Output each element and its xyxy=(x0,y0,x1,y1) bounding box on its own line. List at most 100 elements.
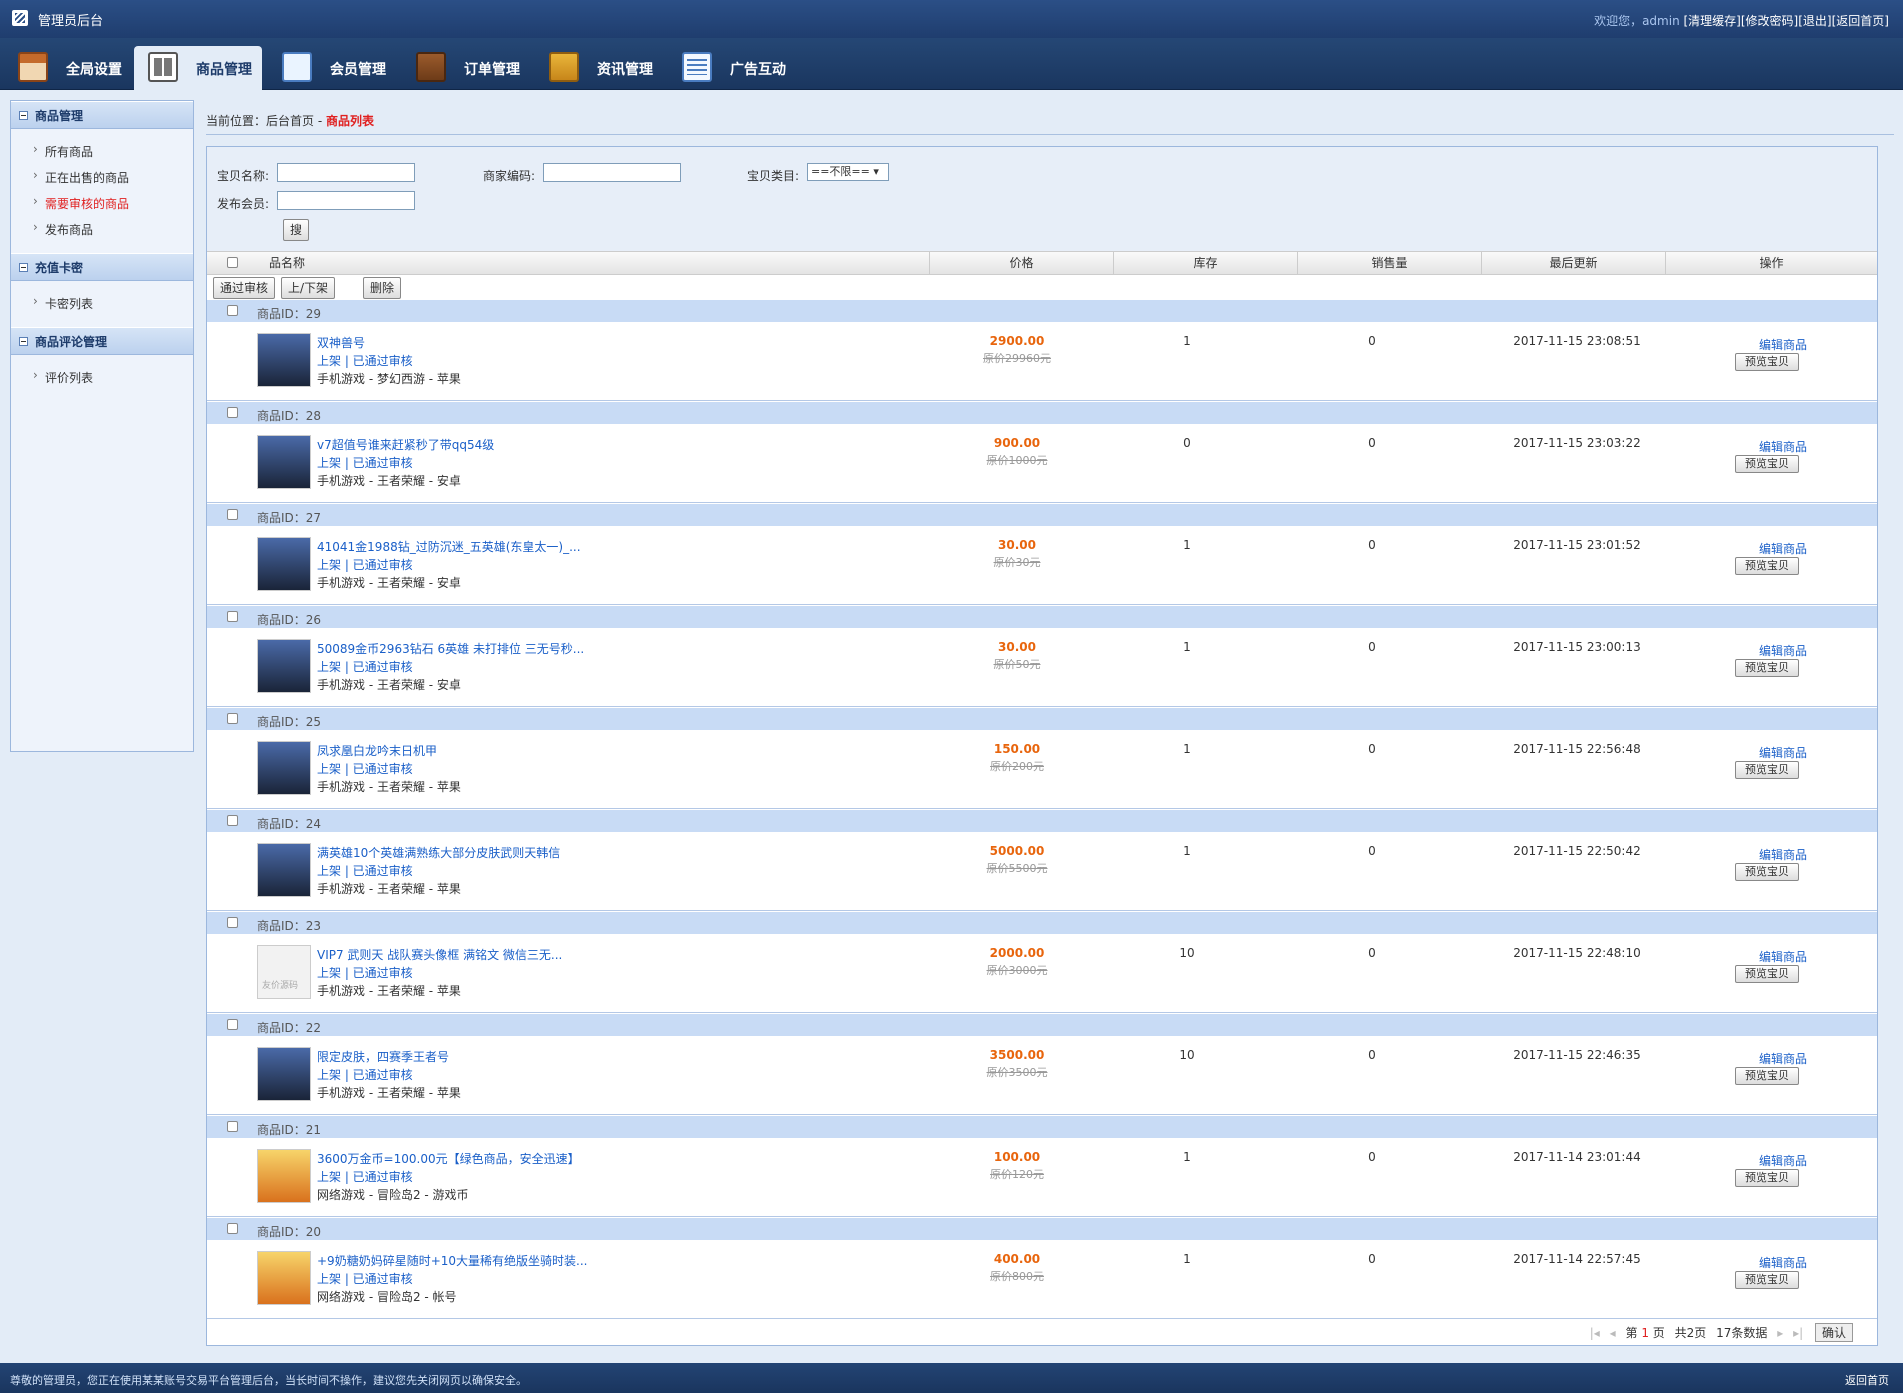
product-thumbnail[interactable] xyxy=(257,537,311,591)
member-icon xyxy=(282,52,312,82)
table-row: 商品ID：27 41041金1988钻_过防沉迷_五英雄(东皇太一)_... 上架 … xyxy=(207,503,1877,605)
product-sales: 0 xyxy=(1368,436,1376,450)
preview-button[interactable]: 预览宝贝 xyxy=(1735,455,1799,473)
last-page-icon[interactable]: ▸| xyxy=(1793,1326,1803,1340)
change-password-link[interactable]: [修改密码] xyxy=(1741,14,1798,28)
confirm-button[interactable]: 确认 xyxy=(1814,1323,1853,1342)
preview-button[interactable]: 预览宝贝 xyxy=(1735,353,1799,371)
preview-button[interactable]: 预览宝贝 xyxy=(1735,659,1799,677)
collapse-icon[interactable] xyxy=(19,263,28,272)
product-title-link[interactable]: v7超值号谁来赶紧秒了带qq54级 xyxy=(317,436,494,453)
first-page-icon[interactable]: |◂ xyxy=(1590,1326,1600,1340)
sidebar-item-all-goods[interactable]: 所有商品 xyxy=(33,136,193,165)
product-id: 商品ID：26 xyxy=(257,613,322,627)
product-title-link[interactable]: 限定皮肤，四赛季王者号 xyxy=(317,1048,449,1065)
product-thumbnail[interactable] xyxy=(257,1047,311,1101)
edit-product-link[interactable]: 编辑商品 xyxy=(1743,1152,1823,1169)
row-checkbox[interactable] xyxy=(227,407,238,418)
product-thumbnail[interactable] xyxy=(257,945,311,999)
edit-product-link[interactable]: 编辑商品 xyxy=(1743,642,1823,659)
product-thumbnail[interactable] xyxy=(257,741,311,795)
delete-button[interactable]: 删除 xyxy=(363,277,402,299)
product-title-link[interactable]: 双神兽号 xyxy=(317,334,365,351)
product-price: 900.00 xyxy=(993,436,1041,450)
tab-members[interactable]: 会员管理 xyxy=(268,46,396,90)
select-all-checkbox[interactable] xyxy=(227,257,238,268)
product-thumbnail[interactable] xyxy=(257,1251,311,1305)
sidebar-item-pending-review[interactable]: 需要审核的商品 xyxy=(33,188,193,217)
clear-cache-link[interactable]: [清理缓存] xyxy=(1684,14,1741,28)
sidebar-item-review-list[interactable]: 评价列表 xyxy=(33,362,193,391)
product-thumbnail[interactable] xyxy=(257,435,311,489)
breadcrumb: 当前位置：后台首页 - 商品列表 xyxy=(206,112,374,129)
product-title-link[interactable]: 凤求凰白龙吟末日机甲 xyxy=(317,742,437,759)
table-header: 品名称 价格 库存 销售量 最后更新 操作 xyxy=(207,251,1877,275)
product-thumbnail[interactable] xyxy=(257,639,311,693)
tab-global-settings[interactable]: 全局设置 xyxy=(4,46,128,90)
row-checkbox[interactable] xyxy=(227,815,238,826)
edit-product-link[interactable]: 编辑商品 xyxy=(1743,948,1823,965)
row-checkbox[interactable] xyxy=(227,713,238,724)
product-title-link[interactable]: VIP7 武则天 战队赛头像框 满铭文 微信三无... xyxy=(317,946,562,963)
edit-product-link[interactable]: 编辑商品 xyxy=(1743,1050,1823,1067)
tab-ads[interactable]: 广告互动 xyxy=(668,46,796,90)
row-checkbox[interactable] xyxy=(227,305,238,316)
edit-product-link[interactable]: 编辑商品 xyxy=(1743,336,1823,353)
section-title: 商品管理 xyxy=(35,109,84,123)
next-page-icon[interactable]: ▸ xyxy=(1777,1326,1783,1340)
product-title-link[interactable]: 满英雄10个英雄满熟练大部分皮肤武则天韩信 xyxy=(317,844,560,861)
sidebar-item-card-list[interactable]: 卡密列表 xyxy=(33,288,193,317)
product-thumbnail[interactable] xyxy=(257,1149,311,1203)
product-thumbnail[interactable] xyxy=(257,843,311,897)
row-checkbox[interactable] xyxy=(227,1019,238,1030)
product-category: 手机游戏 - 王者荣耀 - 安卓 xyxy=(317,678,461,692)
sidebar-section-cards[interactable]: 充值卡密 xyxy=(11,253,193,281)
edit-product-link[interactable]: 编辑商品 xyxy=(1743,540,1823,557)
preview-button[interactable]: 预览宝贝 xyxy=(1735,557,1799,575)
row-checkbox[interactable] xyxy=(227,1223,238,1234)
row-checkbox[interactable] xyxy=(227,1121,238,1132)
category-select[interactable]: ==不限== ▾ xyxy=(807,163,889,181)
row-checkbox[interactable] xyxy=(227,917,238,928)
product-stock: 0 xyxy=(1183,436,1191,450)
row-body: 41041金1988钻_过防沉迷_五英雄(东皇太一)_... 上架 | 已通过审核… xyxy=(207,526,1877,605)
preview-button[interactable]: 预览宝贝 xyxy=(1735,863,1799,881)
member-input[interactable] xyxy=(277,191,415,210)
sidebar-item-on-sale[interactable]: 正在出售的商品 xyxy=(33,162,193,191)
approve-button[interactable]: 通过审核 xyxy=(213,277,276,299)
collapse-icon[interactable] xyxy=(19,111,28,120)
edit-product-link[interactable]: 编辑商品 xyxy=(1743,1254,1823,1271)
edit-product-link[interactable]: 编辑商品 xyxy=(1743,846,1823,863)
name-input[interactable] xyxy=(277,163,415,182)
product-updated-time: 2017-11-14 22:57:45 xyxy=(1513,1252,1641,1266)
collapse-icon[interactable] xyxy=(19,337,28,346)
preview-button[interactable]: 预览宝贝 xyxy=(1735,1067,1799,1085)
toggle-shelf-button[interactable]: 上/下架 xyxy=(281,277,336,299)
product-title-link[interactable]: +9奶糖奶妈碎星随时+10大量稀有绝版坐骑时装... xyxy=(317,1252,587,1269)
tab-orders[interactable]: 订单管理 xyxy=(402,46,530,90)
sidebar-item-publish[interactable]: 发布商品 xyxy=(33,214,193,243)
tab-goods[interactable]: 商品管理 xyxy=(134,46,262,90)
product-title-link[interactable]: 3600万金币=100.00元【绿色商品，安全迅速】 xyxy=(317,1150,580,1167)
sidebar-section-comments[interactable]: 商品评论管理 xyxy=(11,327,193,355)
product-title-link[interactable]: 50089金币2963钻石 6英雄 未打排位 三无号秒... xyxy=(317,640,584,657)
sidebar-section-goods[interactable]: 商品管理 xyxy=(11,101,193,129)
product-thumbnail[interactable] xyxy=(257,333,311,387)
prev-page-icon[interactable]: ◂ xyxy=(1610,1326,1616,1340)
edit-product-link[interactable]: 编辑商品 xyxy=(1743,438,1823,455)
product-original-price: 原价50元 xyxy=(993,658,1041,671)
tab-news[interactable]: 资讯管理 xyxy=(535,46,663,90)
logout-link[interactable]: [退出] xyxy=(1798,14,1831,28)
preview-button[interactable]: 预览宝贝 xyxy=(1735,1169,1799,1187)
preview-button[interactable]: 预览宝贝 xyxy=(1735,1271,1799,1289)
row-checkbox[interactable] xyxy=(227,509,238,520)
preview-button[interactable]: 预览宝贝 xyxy=(1735,761,1799,779)
search-button[interactable]: 搜 xyxy=(283,219,310,241)
code-input[interactable] xyxy=(543,163,681,182)
row-checkbox[interactable] xyxy=(227,611,238,622)
return-home-link[interactable]: [返回首页] xyxy=(1832,14,1889,28)
preview-button[interactable]: 预览宝贝 xyxy=(1735,965,1799,983)
product-title-link[interactable]: 41041金1988钻_过防沉迷_五英雄(东皇太一)_... xyxy=(317,538,581,555)
footer-home-link[interactable]: 返回首页 xyxy=(1845,1372,1889,1388)
edit-product-link[interactable]: 编辑商品 xyxy=(1743,744,1823,761)
